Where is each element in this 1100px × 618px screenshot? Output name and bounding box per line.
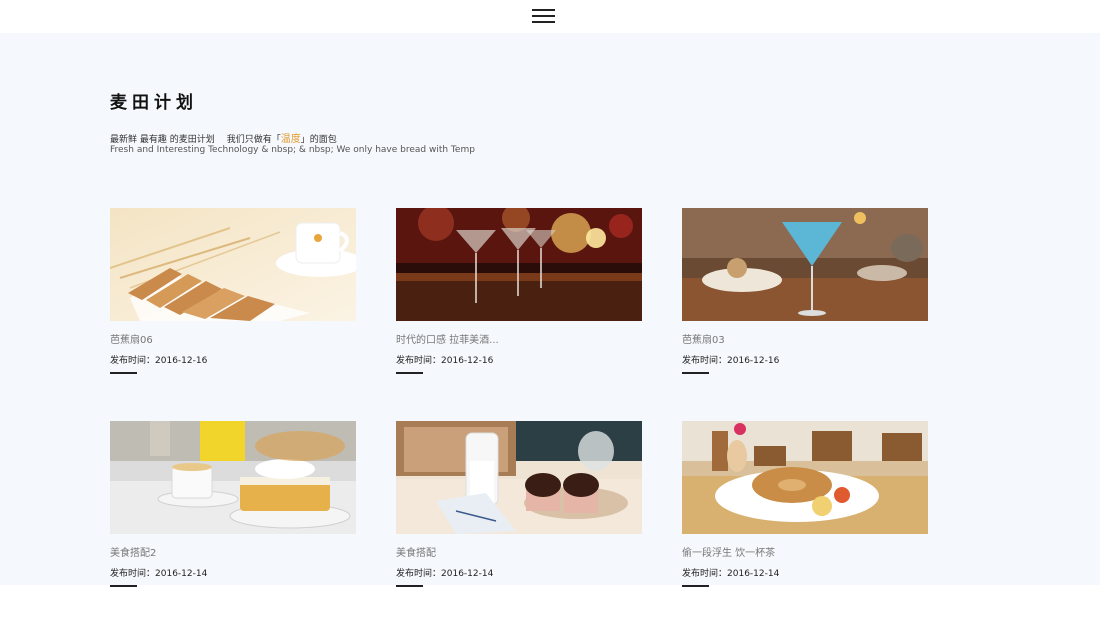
section-title: 麦田计划 [110,93,198,113]
card-date: 发布时间：2016-12-16 [396,353,642,366]
martini-glasses-at-bar-image[interactable] [396,208,642,321]
date-value: 2016-12-16 [155,356,208,366]
date-label: 发布时间： [110,569,156,579]
date-label: 发布时间： [396,569,442,579]
card-underline [396,585,423,587]
card-title[interactable]: 芭蕉扇03 [682,331,928,346]
card-date: 发布时间：2016-12-16 [682,353,928,366]
top-bar [0,0,1100,33]
card-date: 发布时间：2016-12-14 [110,566,356,579]
card-title[interactable]: 芭蕉扇06 [110,331,356,346]
toast-and-coffee-cup-image[interactable] [110,208,356,321]
date-label: 发布时间： [396,356,442,366]
card-underline [110,372,137,374]
card-underline [682,585,709,587]
card-underline [396,372,423,374]
intro-suffix: 」的面包 [300,135,337,145]
card-title[interactable]: 时代的口感 拉菲美酒... [396,331,642,346]
content-section: 麦田计划 最新鲜 最有趣 的麦田计划 我们只做有「温度」的面包 Fresh and… [0,33,1100,587]
card-title[interactable]: 美食搭配 [396,544,642,559]
date-label: 发布时间： [682,569,728,579]
news-card: 美食搭配 发布时间：2016-12-14 [396,421,642,587]
tea-cup-and-cake-image[interactable] [110,421,356,534]
card-title[interactable]: 偷一段浮生 饮一杯茶 [682,544,928,559]
hamburger-menu-icon[interactable] [532,9,555,23]
news-card: 芭蕉扇03 发布时间：2016-12-16 [682,208,928,374]
news-card: 芭蕉扇06 发布时间：2016-12-16 [110,208,356,374]
date-value: 2016-12-14 [441,569,494,579]
card-underline [110,585,137,587]
intro-highlight: 温度 [280,134,301,145]
date-value: 2016-12-14 [727,569,780,579]
news-card: 时代的口感 拉菲美酒... 发布时间：2016-12-16 [396,208,642,374]
pastry-plate-in-cafe-image[interactable] [682,421,928,534]
card-underline [682,372,709,374]
intro-text: 最新鲜 最有趣 的麦田计划 我们只做有「温度」的面包 [110,130,337,145]
card-title[interactable]: 美食搭配2 [110,544,356,559]
news-card: 美食搭配2 发布时间：2016-12-14 [110,421,356,587]
intro-mid: 我们只做有「 [226,135,281,145]
date-value: 2016-12-16 [727,356,780,366]
card-date: 发布时间：2016-12-14 [396,566,642,579]
milk-bottle-and-cupcakes-image[interactable] [396,421,642,534]
date-value: 2016-12-16 [441,356,494,366]
card-date: 发布时间：2016-12-14 [682,566,928,579]
blue-cocktail-on-table-image[interactable] [682,208,928,321]
news-card: 偷一段浮生 饮一杯茶 发布时间：2016-12-14 [682,421,928,587]
intro-prefix: 最新鲜 最有趣 的麦田计划 [110,135,215,145]
date-label: 发布时间： [110,356,156,366]
date-value: 2016-12-14 [155,569,208,579]
date-label: 发布时间： [682,356,728,366]
card-date: 发布时间：2016-12-16 [110,353,356,366]
intro-english-text: Fresh and Interesting Technology & nbsp;… [110,145,475,155]
